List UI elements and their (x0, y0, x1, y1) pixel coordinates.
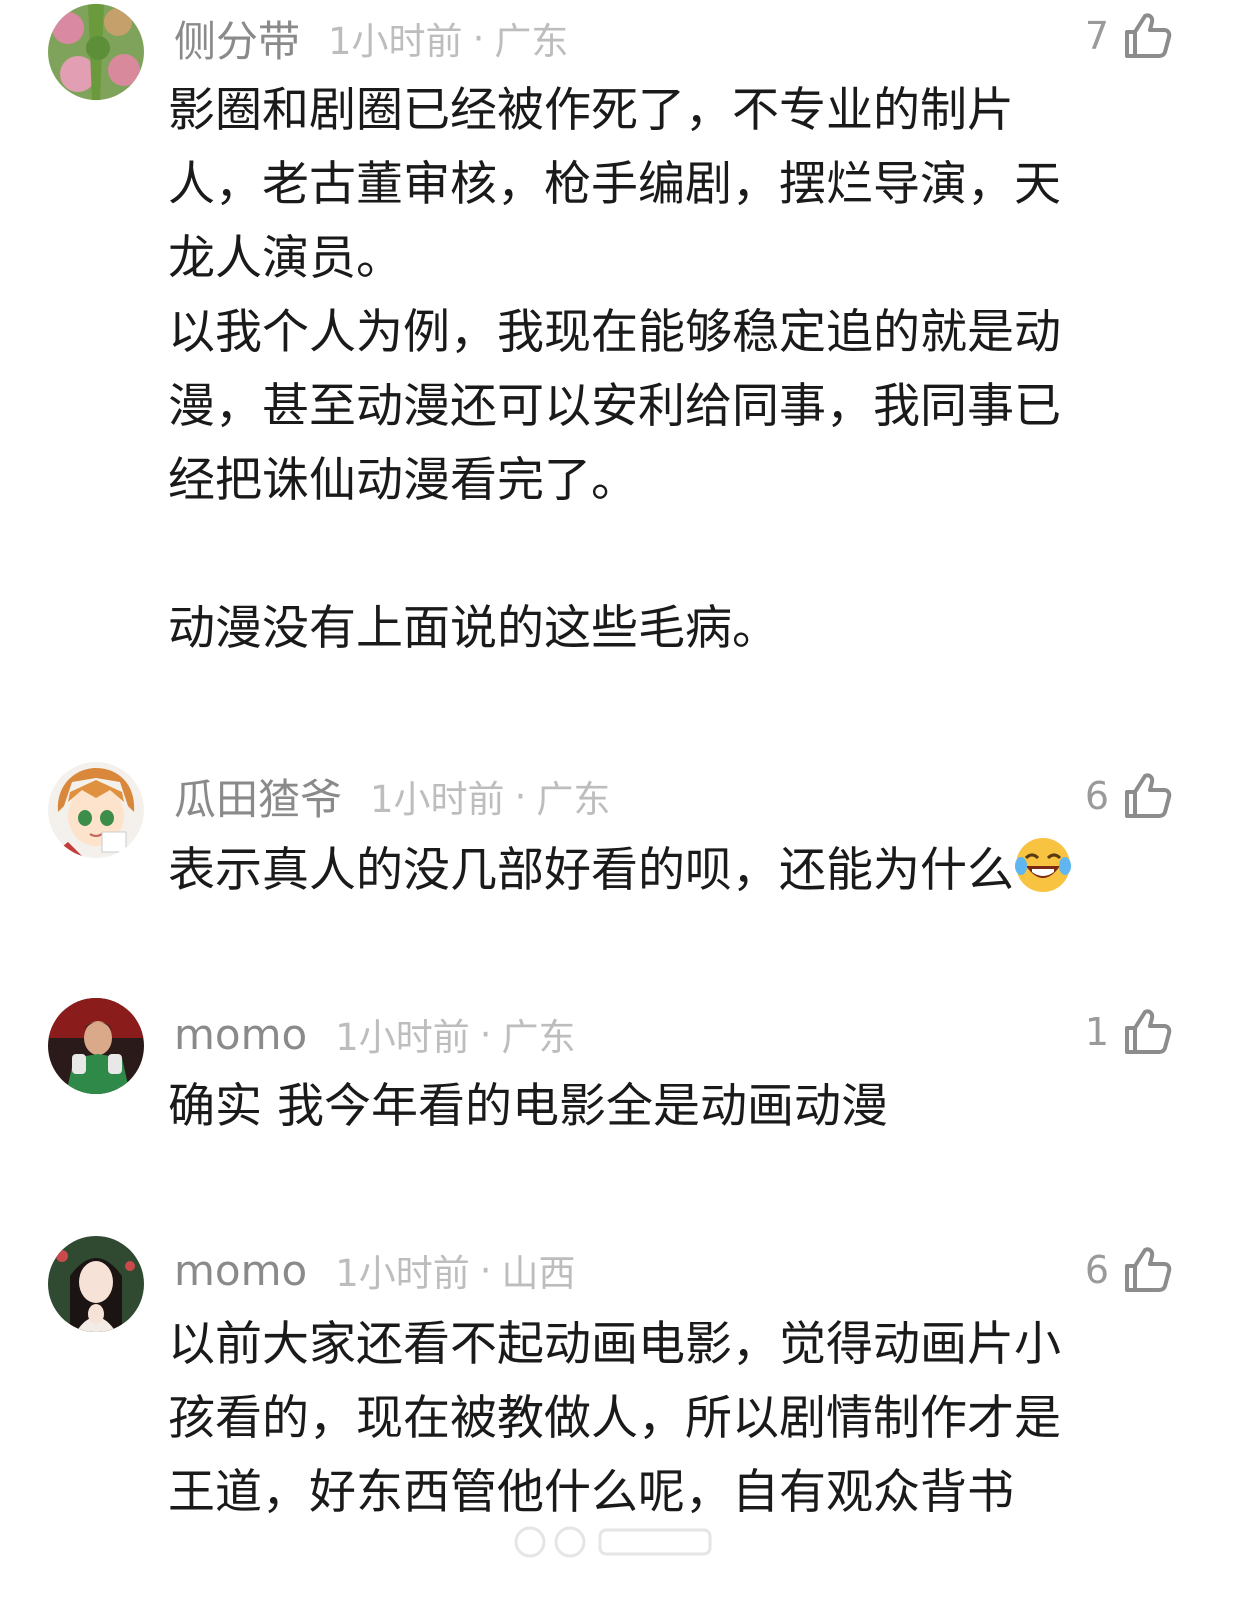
like-count: 6 (1084, 1248, 1109, 1292)
thumbs-up-icon[interactable] (1121, 770, 1173, 822)
like-button[interactable]: 6 (1085, 1242, 1173, 1298)
username[interactable]: 侧分带 (174, 8, 300, 69)
location: 山西 (501, 1252, 576, 1295)
username[interactable]: momo (174, 1010, 307, 1059)
anime-girl-avatar[interactable] (48, 762, 144, 858)
location: 广东 (494, 20, 569, 63)
comment-meta: momo 1小时前 · 山西 (174, 1242, 576, 1298)
timestamp: 1小时前 (335, 1016, 470, 1059)
location: 广东 (501, 1016, 576, 1059)
timestamp: 1小时前 (328, 20, 463, 63)
thumbs-up-icon[interactable] (1121, 10, 1173, 62)
comment-line: 表示真人的没几部好看的呗，还能为什么 (168, 834, 1148, 908)
comment-meta: 侧分带 1小时前 · 广东 (174, 10, 568, 66)
woman-portrait-avatar[interactable] (48, 1236, 144, 1332)
comment-line: 漫，甚至动漫还可以安利给同事，我同事已 (168, 379, 1061, 434)
thumbs-up-icon[interactable] (1121, 1244, 1173, 1296)
comment-meta: 瓜田猹爷 1小时前 · 广东 (174, 768, 610, 824)
comment-line: 人，老古董审核，枪手编剧，摆烂导演，天 (168, 157, 1061, 212)
comment-line: 以前大家还看不起动画电影，觉得动画片小 (168, 1317, 1061, 1372)
location: 广东 (536, 778, 611, 821)
comment-text: 表示真人的没几部好看的呗，还能为什么 (168, 834, 1148, 908)
separator-dot: · (479, 1012, 492, 1056)
goalkeeper-avatar[interactable] (48, 998, 144, 1094)
like-count: 1 (1084, 1010, 1109, 1054)
watermark-logo (514, 1526, 712, 1558)
username[interactable]: momo (174, 1246, 307, 1295)
comment-meta: momo 1小时前 · 广东 (174, 1006, 576, 1062)
comment-text: 影圈和剧圈已经被作死了，不专业的制片 人，老古董审核，枪手编剧，摆烂导演，天 龙… (168, 74, 1148, 666)
comment-line: 影圈和剧圈已经被作死了，不专业的制片 (168, 83, 1014, 138)
comment-line: 龙人演员。 (168, 231, 403, 286)
comment-line: 王道，好东西管他什么呢，自有观众背书 (168, 1465, 1014, 1520)
like-button[interactable]: 1 (1085, 1004, 1173, 1060)
comment-line: 以我个人为例，我现在能够稳定追的就是动 (168, 305, 1061, 360)
flower-field-avatar[interactable] (48, 4, 144, 100)
comment-text: 以前大家还看不起动画电影，觉得动画片小 孩看的，现在被教做人，所以剧情制作才是 … (168, 1308, 1148, 1530)
like-count: 7 (1084, 14, 1109, 58)
separator-dot: · (479, 1248, 492, 1292)
timestamp: 1小时前 (335, 1252, 470, 1295)
laughing-crying-emoji (1015, 838, 1071, 892)
thumbs-up-icon[interactable] (1121, 1006, 1173, 1058)
comment-line: 孩看的，现在被教做人，所以剧情制作才是 (168, 1391, 1061, 1446)
like-count: 6 (1084, 774, 1109, 818)
comment-line: 确实 我今年看的电影全是动画动漫 (168, 1079, 888, 1134)
separator-dot: · (514, 774, 527, 818)
comment-line: 经把诛仙动漫看完了。 (168, 453, 638, 508)
like-button[interactable]: 7 (1085, 8, 1173, 64)
timestamp: 1小时前 (370, 778, 505, 821)
comment-line: 动漫没有上面说的这些毛病。 (168, 601, 779, 656)
separator-dot: · (472, 16, 485, 60)
like-button[interactable]: 6 (1085, 768, 1173, 824)
comment-line-text: 表示真人的没几部好看的呗，还能为什么 (168, 843, 1014, 898)
comment-line-blank (168, 518, 1148, 592)
comment-text: 确实 我今年看的电影全是动画动漫 (168, 1070, 1148, 1144)
username[interactable]: 瓜田猹爷 (174, 766, 342, 827)
